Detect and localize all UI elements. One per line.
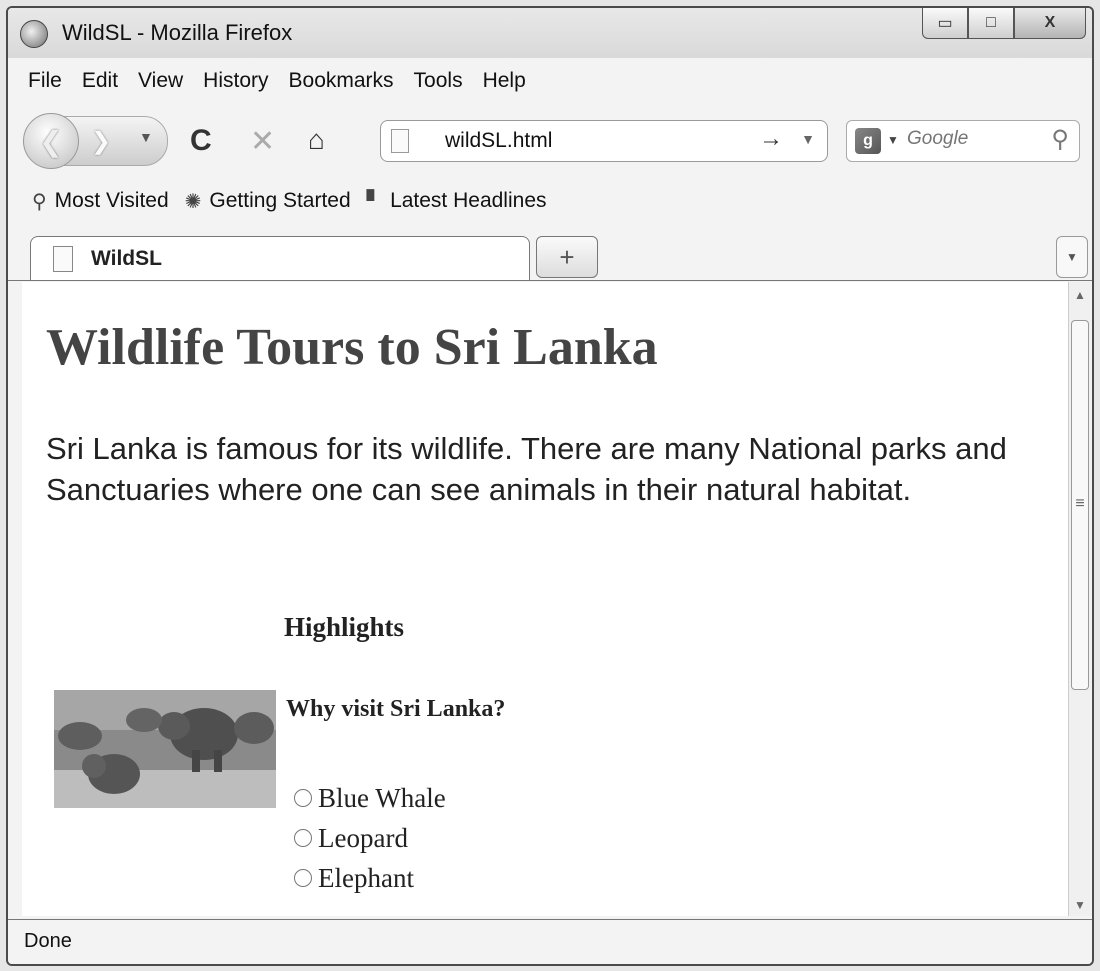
menu-tools[interactable]: Tools — [414, 69, 463, 93]
option-list: Blue Whale Leopard Elephant — [294, 778, 446, 898]
close-button[interactable]: X — [1014, 8, 1086, 39]
page-icon — [391, 129, 409, 153]
stop-icon[interactable]: ✕ — [250, 124, 275, 159]
scroll-up-icon[interactable]: ▲ — [1069, 288, 1091, 302]
new-tab-button[interactable]: + — [536, 236, 598, 278]
most-visited-icon: ⚲ — [32, 190, 47, 213]
scroll-thumb[interactable]: ≡ — [1071, 320, 1089, 690]
search-input[interactable] — [905, 127, 1039, 151]
firefox-icon: ✺ — [184, 190, 202, 213]
back-forward-group: ❮ ❯ ▼ — [23, 113, 168, 169]
status-text: Done — [24, 930, 72, 952]
scroll-down-icon[interactable]: ▼ — [1069, 898, 1091, 912]
menu-bar: File Edit View History Bookmarks Tools H… — [8, 60, 1092, 102]
page-title: Wildlife Tours to Sri Lanka — [46, 319, 658, 376]
search-bar[interactable]: g ▼ ⚲ — [846, 120, 1080, 162]
option-label: Blue Whale — [318, 782, 446, 813]
menu-edit[interactable]: Edit — [82, 69, 118, 93]
tab-bar: WildSL + ▼ — [8, 228, 1092, 281]
radio-leopard[interactable] — [294, 829, 312, 847]
maximize-button[interactable]: □ — [968, 8, 1014, 39]
bookmarks-toolbar: ⚲ Most Visited ✺ Getting Started ▘ Lates… — [8, 180, 1092, 222]
grip-icon: ≡ — [1075, 495, 1085, 512]
search-icon[interactable]: ⚲ — [1051, 125, 1069, 154]
window-controls: ▭ □ X — [922, 8, 1086, 42]
page-icon — [53, 245, 73, 272]
bookmark-most-visited[interactable]: ⚲ Most Visited — [32, 189, 169, 214]
home-icon[interactable]: ⌂ — [308, 124, 325, 156]
go-arrow-icon[interactable]: → — [759, 125, 783, 153]
radio-blue-whale[interactable] — [294, 789, 312, 807]
minimize-button[interactable]: ▭ — [922, 8, 968, 39]
title-bar: WildSL - Mozilla Firefox ▭ □ X — [8, 8, 1092, 58]
menu-help[interactable]: Help — [483, 69, 526, 93]
rss-icon: ▘ — [366, 190, 383, 213]
reload-icon[interactable]: C — [190, 124, 212, 158]
intro-paragraph: Sri Lanka is famous for its wildlife. Th… — [46, 431, 1007, 507]
search-engine-icon[interactable]: g — [855, 128, 881, 154]
bookmark-label: Most Visited — [54, 189, 169, 212]
option-label: Leopard — [318, 822, 408, 853]
tab-list-icon[interactable]: ▼ — [1056, 236, 1088, 278]
search-engine-dropdown-icon[interactable]: ▼ — [887, 133, 899, 147]
bookmark-label: Latest Headlines — [390, 189, 547, 212]
tab-wildsl[interactable]: WildSL — [30, 236, 530, 280]
menu-history[interactable]: History — [203, 69, 268, 93]
page-content: Wildlife Tours to Sri Lanka Sri Lanka is… — [22, 282, 1068, 916]
bookmark-label: Getting Started — [209, 189, 351, 212]
elephant-image — [54, 690, 276, 808]
history-dropdown-icon[interactable]: ▼ — [139, 129, 153, 145]
radio-elephant[interactable] — [294, 869, 312, 887]
back-icon[interactable]: ❮ — [23, 113, 79, 169]
menu-file[interactable]: File — [28, 69, 62, 93]
menu-bookmarks[interactable]: Bookmarks — [289, 69, 394, 93]
url-bar[interactable]: wildSL.html → ▼ — [380, 120, 828, 162]
firefox-icon — [20, 20, 48, 48]
question-text: Why visit Sri Lanka? — [286, 696, 506, 722]
menu-view[interactable]: View — [138, 69, 183, 93]
forward-icon[interactable]: ❯ — [83, 125, 119, 157]
status-bar: Done — [8, 919, 1092, 964]
option-elephant[interactable]: Elephant — [294, 858, 446, 898]
tab-label: WildSL — [91, 246, 162, 270]
bookmark-latest-headlines[interactable]: ▘ Latest Headlines — [367, 189, 547, 214]
option-label: Elephant — [318, 862, 414, 893]
option-leopard[interactable]: Leopard — [294, 818, 446, 858]
highlights-heading: Highlights — [284, 612, 405, 642]
browser-window: WildSL - Mozilla Firefox ▭ □ X File Edit… — [6, 6, 1094, 966]
vertical-scrollbar[interactable]: ▲ ≡ ▼ — [1068, 282, 1091, 916]
window-title: WildSL - Mozilla Firefox — [62, 20, 293, 45]
url-dropdown-icon[interactable]: ▼ — [801, 131, 815, 147]
navigation-toolbar: ❮ ❯ ▼ C ✕ ⌂ wildSL.html → ▼ g ▼ ⚲ — [8, 104, 1092, 176]
url-text[interactable]: wildSL.html — [445, 129, 552, 153]
bookmark-getting-started[interactable]: ✺ Getting Started — [185, 189, 351, 214]
option-blue-whale[interactable]: Blue Whale — [294, 778, 446, 818]
